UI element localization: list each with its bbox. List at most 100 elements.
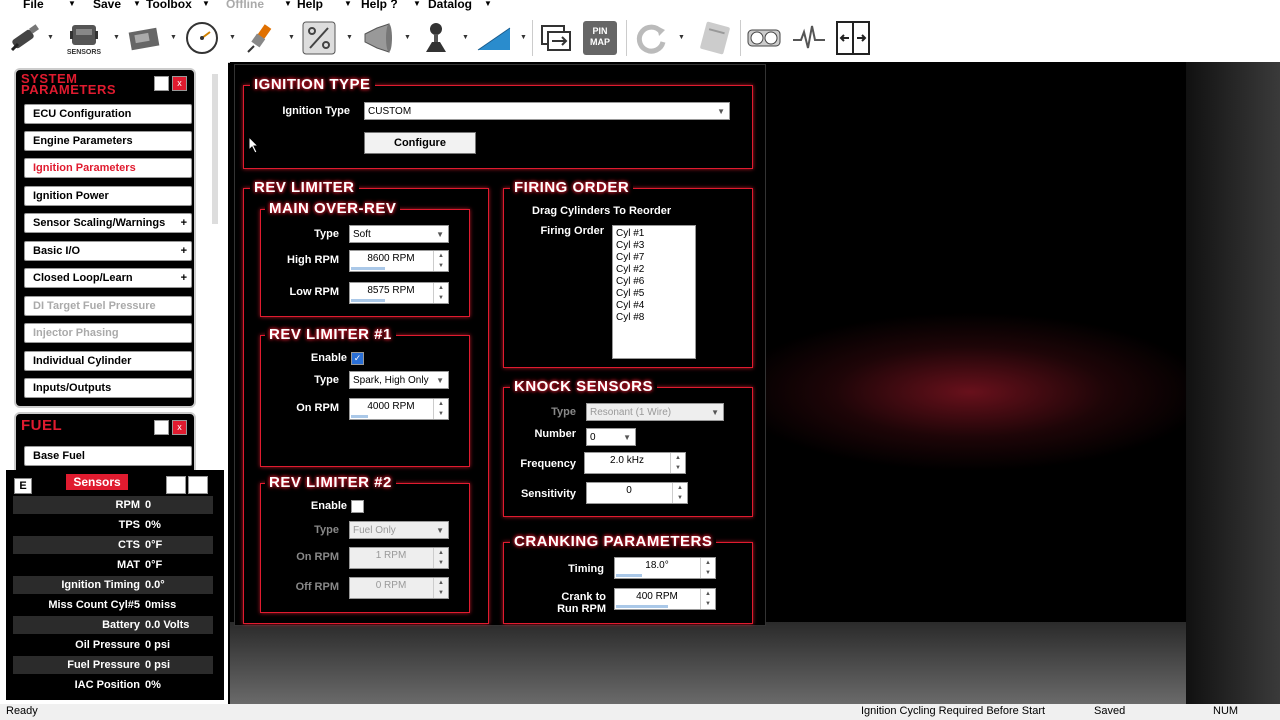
ramp-icon[interactable] (476, 18, 512, 58)
chevron-down-icon[interactable]: ▼ (404, 34, 411, 41)
sensor-row: RPM 0 (13, 496, 213, 514)
chevron-down-icon[interactable]: ▼ (170, 34, 177, 41)
scrollbar[interactable] (212, 74, 218, 224)
spinner-arrows-icon[interactable]: ▲ ▼ (433, 251, 448, 271)
list-item[interactable]: Cyl #8 (616, 312, 692, 324)
list-item[interactable]: Cyl #6 (616, 276, 692, 288)
chevron-down-icon[interactable]: ▼ (520, 34, 527, 41)
gauge-icon[interactable] (184, 18, 220, 58)
chevron-down-icon[interactable]: ▼ (344, 0, 352, 8)
chevron-down-icon[interactable]: ▼ (346, 34, 353, 41)
list-item[interactable]: Cyl #4 (616, 300, 692, 312)
nav-ignition-parameters[interactable]: Ignition Parameters (24, 158, 192, 178)
chevron-down-icon[interactable]: ▼ (229, 34, 236, 41)
nav-sensor-scaling-warnings[interactable]: Sensor Scaling/Warnings + (24, 213, 192, 233)
chevron-down-icon[interactable]: ▼ (484, 0, 492, 8)
high-rpm-spinner[interactable]: 8600 RPM ▲ ▼ (349, 250, 449, 272)
chevron-down-icon[interactable]: ▼ (113, 34, 120, 41)
nav-inputs-outputs[interactable]: Inputs/Outputs (24, 378, 192, 398)
joystick-icon[interactable] (418, 18, 454, 58)
sensor-row: Fuel Pressure 0 psi (13, 656, 213, 674)
menu-toolbox[interactable]: Toolbox (146, 0, 192, 11)
on-rpm-spinner[interactable]: 4000 RPM ▲ ▼ (349, 398, 449, 420)
menu-help[interactable]: Help (297, 0, 323, 11)
frequency-spinner[interactable]: 2.0 kHz ▲ ▼ (584, 452, 686, 474)
sensors-icon[interactable]: SENSORS (66, 18, 102, 58)
nav-di-target-fuel-pressure: DI Target Fuel Pressure (24, 296, 192, 316)
close-button[interactable]: x (172, 420, 187, 435)
nav-engine-parameters[interactable]: Engine Parameters (24, 131, 192, 151)
sensor-row: Battery 0.0 Volts (13, 616, 213, 634)
chevron-down-icon[interactable]: ▼ (202, 0, 210, 8)
waveform-icon[interactable] (791, 18, 827, 58)
ignition-type-select[interactable]: CUSTOM ▼ (364, 102, 730, 120)
spinner-arrows-icon[interactable]: ▲ ▼ (672, 483, 687, 503)
nav-ignition-power[interactable]: Ignition Power (24, 186, 192, 206)
minimize-button[interactable] (154, 420, 169, 435)
list-item[interactable]: Cyl #1 (616, 228, 692, 240)
list-item[interactable]: Cyl #2 (616, 264, 692, 276)
notepad-icon[interactable] (697, 18, 733, 58)
nav-ecu-configuration[interactable]: ECU Configuration (24, 104, 192, 124)
list-item[interactable]: Cyl #7 (616, 252, 692, 264)
enable-checkbox[interactable]: ✓ (351, 352, 364, 365)
list-item[interactable]: Cyl #3 (616, 240, 692, 252)
sensor-value: 0 (145, 499, 152, 511)
nav-individual-cylinder[interactable]: Individual Cylinder (24, 351, 192, 371)
chevron-down-icon[interactable]: ▼ (462, 34, 469, 41)
spinner-arrows-icon[interactable]: ▲ ▼ (670, 453, 685, 473)
chevron-down-icon: ▼ (436, 376, 444, 385)
timing-spinner[interactable]: 18.0° ▲ ▼ (614, 557, 716, 579)
chevron-down-icon[interactable]: ▼ (68, 0, 76, 8)
crank-to-run-spinner[interactable]: 400 RPM ▲ ▼ (614, 588, 716, 610)
rev-limiter-1-type-select[interactable]: Spark, High Only ▼ (349, 371, 449, 389)
chevron-down-icon[interactable]: ▼ (47, 34, 54, 41)
chevron-down-icon[interactable]: ▼ (133, 0, 141, 8)
nav-basic-io[interactable]: Basic I/O + (24, 241, 192, 261)
spinner-arrows-icon[interactable]: ▲ ▼ (700, 558, 715, 578)
spinner-arrows-icon: ▲ ▼ (433, 578, 448, 598)
menu-datalog[interactable]: Datalog (428, 0, 472, 11)
enable-label: Enable (310, 500, 347, 512)
injector-icon[interactable] (8, 18, 44, 58)
expand-icon[interactable] (835, 18, 871, 58)
percent-icon[interactable] (301, 18, 337, 58)
minimize-button[interactable] (154, 76, 169, 91)
sensor-option-button[interactable] (188, 476, 208, 494)
e-button[interactable]: E (14, 478, 32, 494)
pin-map-icon[interactable]: PIN MAP (582, 18, 618, 58)
firing-order-hint: Drag Cylinders To Reorder (532, 205, 672, 217)
over-rev-type-select[interactable]: Soft ▼ (349, 225, 449, 243)
chevron-down-icon[interactable]: ▼ (284, 0, 292, 8)
sensitivity-spinner[interactable]: 0 ▲ ▼ (586, 482, 688, 504)
horn-icon[interactable] (359, 18, 395, 58)
spinner-arrows-icon[interactable]: ▲ ▼ (433, 283, 448, 303)
menu-help-question[interactable]: Help ? (361, 0, 398, 11)
close-button[interactable]: x (172, 76, 187, 91)
nav-base-fuel[interactable]: Base Fuel (24, 446, 192, 466)
menu-file[interactable]: File (23, 0, 44, 11)
chevron-down-icon[interactable]: ▼ (288, 34, 295, 41)
transfer-icon[interactable] (538, 18, 574, 58)
low-rpm-spinner[interactable]: 8575 RPM ▲ ▼ (349, 282, 449, 304)
chevron-down-icon: ▼ (711, 408, 719, 417)
chevron-down-icon[interactable]: ▼ (678, 34, 685, 41)
on-rpm-label: On RPM (296, 402, 339, 414)
ecu-icon[interactable] (126, 18, 162, 58)
list-item[interactable]: Cyl #5 (616, 288, 692, 300)
enable-checkbox[interactable] (351, 500, 364, 513)
sensor-option-button[interactable] (166, 476, 186, 494)
spinner-arrows-icon[interactable]: ▲ ▼ (700, 589, 715, 609)
dash-icon[interactable] (746, 18, 782, 58)
refresh-icon[interactable] (633, 18, 669, 58)
nav-closed-loop-learn[interactable]: Closed Loop/Learn + (24, 268, 192, 288)
menu-save[interactable]: Save (93, 0, 121, 11)
spark-plug-icon[interactable] (242, 18, 278, 58)
crank-to-run-label-1: Crank to (561, 591, 606, 603)
spinner-arrows-icon[interactable]: ▲ ▼ (433, 399, 448, 419)
firing-order-list[interactable]: Cyl #1 Cyl #3 Cyl #7 Cyl #2 Cyl #6 Cyl #… (612, 225, 696, 359)
timing-label: Timing (568, 563, 604, 575)
chevron-down-icon[interactable]: ▼ (413, 0, 421, 8)
knock-number-select[interactable]: 0 ▼ (586, 428, 636, 446)
configure-button[interactable]: Configure (364, 132, 476, 154)
